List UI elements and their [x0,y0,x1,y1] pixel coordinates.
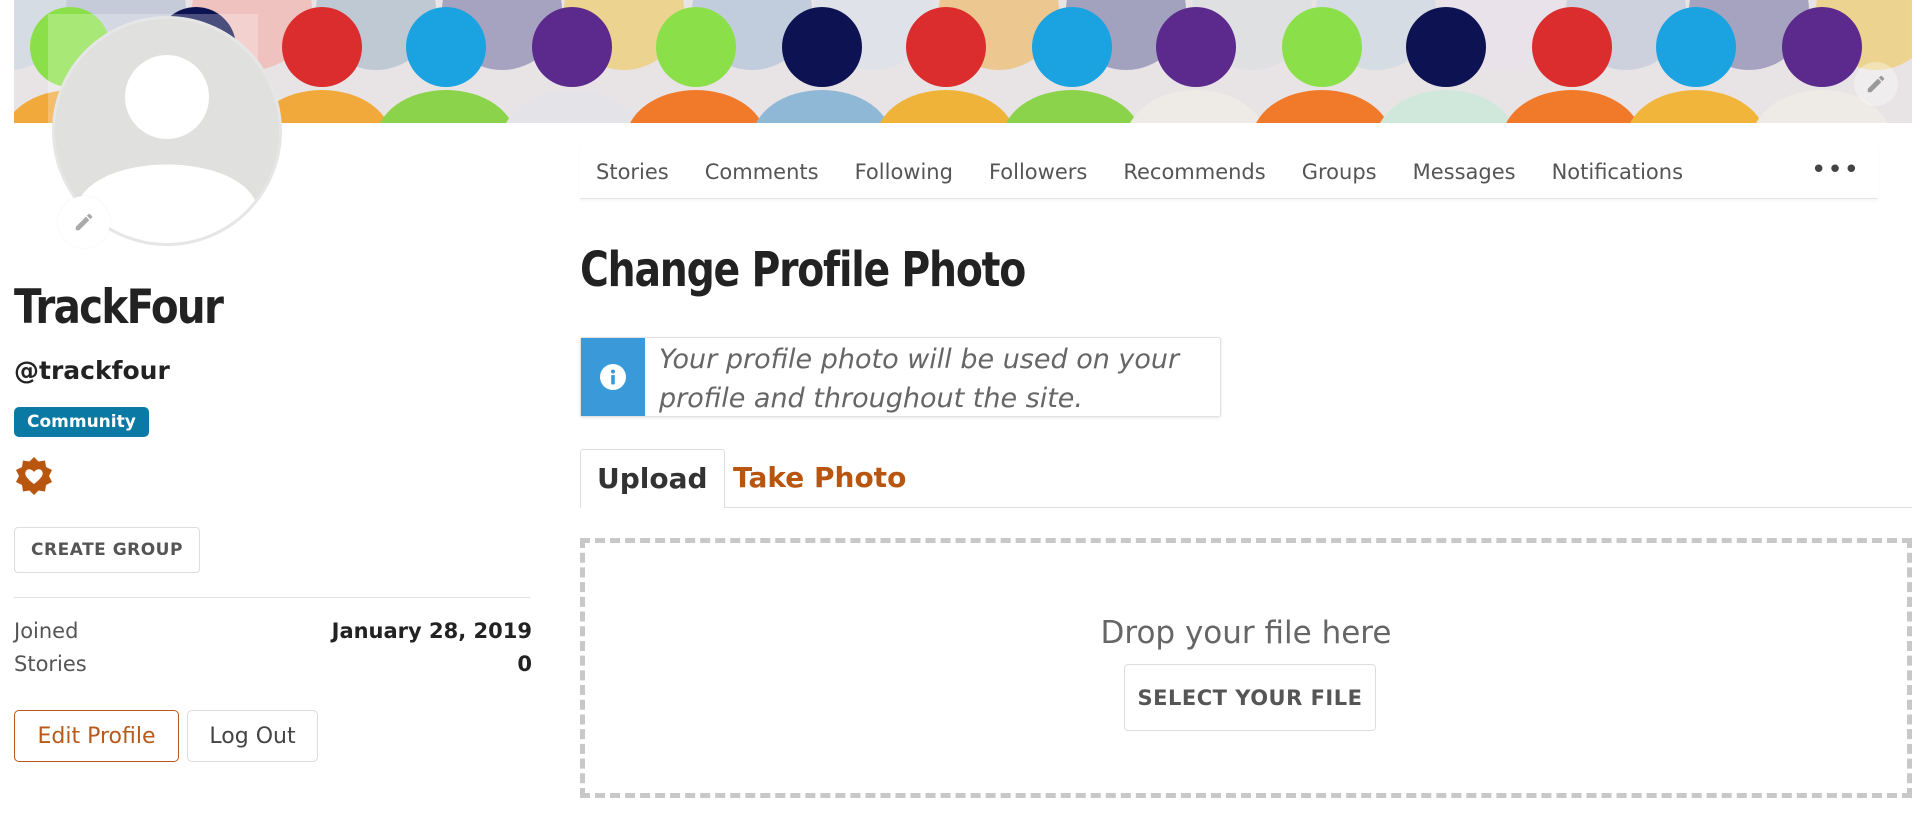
select-file-button[interactable]: SELECT YOUR FILE [1124,664,1376,731]
heart-badge-icon [16,457,52,495]
role-badge: Community [14,407,149,437]
create-group-button[interactable]: CREATE GROUP [14,527,200,573]
nav-item-followers[interactable]: Followers [971,160,1105,184]
pencil-icon [1867,75,1885,93]
stat-value: 0 [517,651,532,676]
nav-item-groups[interactable]: Groups [1284,160,1395,184]
nav-more-button[interactable]: ••• [1811,157,1860,183]
stat-label: Joined [14,618,79,643]
info-icon [600,364,626,390]
photo-tabs: Upload Take Photo [580,449,1912,508]
stat-value: January 28, 2019 [331,618,532,643]
stat-row-stories: Stories 0 [14,647,532,680]
page-title: Change Profile Photo [580,242,1026,298]
nav-item-following[interactable]: Following [837,160,971,184]
avatar-edit-button[interactable] [58,196,110,248]
edit-profile-button[interactable]: Edit Profile [14,710,179,762]
logout-button[interactable]: Log Out [187,710,318,762]
tab-take-photo[interactable]: Take Photo [717,449,922,507]
tab-upload[interactable]: Upload [580,449,725,508]
info-callout: Your profile photo will be used on your … [580,337,1221,417]
cover-banner [14,0,1912,123]
nav-item-notifications[interactable]: Notifications [1534,160,1701,184]
nav-item-messages[interactable]: Messages [1395,160,1534,184]
info-icon-box [581,338,645,416]
info-message: Your profile photo will be used on your … [659,344,1180,414]
nav-item-recommends[interactable]: Recommends [1105,160,1283,184]
drop-text: Drop your file here [1100,615,1392,651]
pencil-icon [75,213,93,231]
file-dropzone[interactable]: Drop your file here SELECT YOUR FILE [580,538,1912,798]
profile-nav: Stories Comments Following Followers Rec… [580,146,1878,199]
nav-item-comments[interactable]: Comments [687,160,837,184]
profile-stats: Joined January 28, 2019 Stories 0 [14,614,532,680]
divider [14,597,530,598]
profile-handle: @trackfour [14,356,170,385]
stat-label: Stories [14,651,87,676]
cover-pattern [14,0,1912,123]
award [14,456,54,500]
stat-row-joined: Joined January 28, 2019 [14,614,532,647]
nav-item-stories[interactable]: Stories [580,160,687,184]
cover-edit-button[interactable] [1854,62,1898,106]
profile-username: TrackFour [14,280,224,335]
